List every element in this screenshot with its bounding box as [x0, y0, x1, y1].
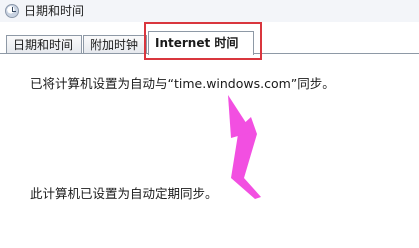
pointer-arrow-icon	[228, 95, 261, 199]
